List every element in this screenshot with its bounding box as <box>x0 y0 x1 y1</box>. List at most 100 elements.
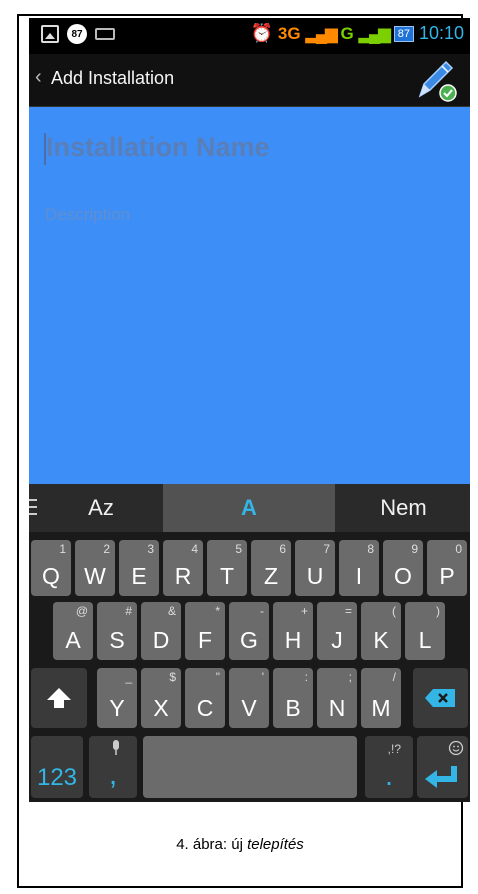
signal-icon: ▂▄▆ <box>305 25 338 43</box>
key-o[interactable]: 9O <box>383 540 423 596</box>
key-a[interactable]: @ A <box>53 602 93 660</box>
key-label: X <box>153 695 169 721</box>
key-label: Z <box>263 563 279 589</box>
key-alt: * <box>215 604 220 618</box>
notification-count-badge: 87 <box>67 24 87 44</box>
key-alt: 2 <box>103 542 110 556</box>
key-alt: ) <box>436 604 440 618</box>
key-h[interactable]: + H <box>273 602 313 660</box>
page-title[interactable]: Add Installation <box>51 68 174 89</box>
key-r[interactable]: 4R <box>163 540 203 596</box>
description-input[interactable]: Description <box>45 205 130 225</box>
status-right: ⏰ 3G ▂▄▆ G ▂▄▆ 87 10:10 <box>250 23 464 44</box>
suggestion-middle[interactable]: A <box>163 484 335 532</box>
key-f[interactable]: * F <box>185 602 225 660</box>
key-alt: 7 <box>323 542 330 556</box>
status-bar: 87 ⏰ 3G ▂▄▆ G ▂▄▆ 87 10:10 <box>29 18 470 54</box>
key-n[interactable]: ; N <box>317 668 357 728</box>
key-alt: & <box>167 604 176 618</box>
key-label: S <box>109 627 125 653</box>
key-label: C <box>196 695 214 721</box>
space-key[interactable] <box>143 736 357 798</box>
key-b[interactable]: :B <box>273 668 313 728</box>
key-alt: 5 <box>235 542 242 556</box>
key-g[interactable]: -G <box>229 602 269 660</box>
shift-icon <box>47 688 71 708</box>
key-alt: _ <box>125 670 132 684</box>
key-j[interactable]: = J <box>317 602 357 660</box>
enter-icon <box>425 766 457 788</box>
key-s[interactable]: # S <box>97 602 137 660</box>
key-l[interactable]: ) L <box>405 602 445 660</box>
key-label: R <box>174 563 192 589</box>
key-label: K <box>373 627 389 653</box>
save-pencil-check-icon[interactable] <box>412 58 458 102</box>
menu-icon[interactable] <box>29 498 39 516</box>
comma-key[interactable]: , <box>89 736 137 798</box>
key-p[interactable]: 0P <box>427 540 467 596</box>
key-alt: $ <box>169 670 176 684</box>
key-label: B <box>285 695 301 721</box>
key-alt: ' <box>261 670 264 684</box>
emoji-icon <box>448 740 464 756</box>
figure-caption: 4. ábra: új telepítés <box>17 836 463 853</box>
numbers-label: 123 <box>36 764 78 791</box>
key-alt: 8 <box>367 542 374 556</box>
key-label: P <box>439 563 455 589</box>
key-label: G <box>240 627 258 653</box>
key-label: H <box>284 627 302 653</box>
key-d[interactable]: & D <box>141 602 181 660</box>
key-alt: 9 <box>411 542 418 556</box>
key-c[interactable]: " C <box>185 668 225 728</box>
key-alt: / <box>392 670 396 684</box>
shift-key[interactable] <box>31 668 87 728</box>
suggestion-right[interactable]: Nem <box>337 484 470 532</box>
key-v[interactable]: ' V <box>229 668 269 728</box>
key-k[interactable]: (K <box>361 602 401 660</box>
key-label: Y <box>109 695 125 721</box>
key-z[interactable]: 6Z <box>251 540 291 596</box>
network-type-2: G <box>340 23 354 43</box>
key-label: A <box>65 627 81 653</box>
battery-icon: 87 <box>393 25 414 42</box>
key-m[interactable]: / M <box>361 668 401 728</box>
key-alt: 0 <box>455 542 462 556</box>
enter-key[interactable] <box>417 736 468 798</box>
key-label: Q <box>42 563 60 589</box>
clock: 10:10 <box>418 23 464 43</box>
key-alt: " <box>215 670 220 684</box>
delete-key[interactable] <box>413 668 468 728</box>
key-q[interactable]: 1Q <box>31 540 71 596</box>
phone-screen: 87 ⏰ 3G ▂▄▆ G ▂▄▆ 87 10:10 ‹ Add Install… <box>29 18 470 802</box>
suggestion-left[interactable]: Az <box>41 484 161 532</box>
image-notification-icon <box>41 25 59 43</box>
key-u[interactable]: 7U <box>295 540 335 596</box>
key-label: V <box>241 695 257 721</box>
numbers-key[interactable]: 123 <box>31 736 83 798</box>
backspace-icon <box>425 689 455 707</box>
key-e[interactable]: 3E <box>119 540 159 596</box>
key-label: L <box>418 627 432 653</box>
installation-name-input[interactable]: Installation Name <box>43 127 446 167</box>
caption-emphasis: telepítés <box>247 836 304 853</box>
key-x[interactable]: $ X <box>141 668 181 728</box>
soft-keyboard: Az A Nem 1Q 2W 3E 4R 5T 6Z 7U 8I 9O 0P @… <box>29 484 470 802</box>
key-t[interactable]: 5T <box>207 540 247 596</box>
action-bar: ‹ Add Installation <box>29 54 470 107</box>
key-label: E <box>131 563 147 589</box>
key-alt: = <box>344 604 352 618</box>
key-i[interactable]: 8I <box>339 540 379 596</box>
key-y[interactable]: _ Y <box>97 668 137 728</box>
network-type: 3G <box>277 23 301 43</box>
key-label: D <box>152 627 170 653</box>
key-alt: # <box>125 604 132 618</box>
signal-icon-2: ▂▄▆ <box>358 25 391 43</box>
suggestion-strip: Az A Nem <box>29 484 470 532</box>
key-label: J <box>331 627 343 653</box>
mic-icon <box>113 740 119 755</box>
key-alt: ; <box>348 670 352 684</box>
period-key[interactable]: ,!? . <box>365 736 413 798</box>
key-w[interactable]: 2W <box>75 540 115 596</box>
back-icon[interactable]: ‹ <box>35 66 42 89</box>
key-label: F <box>197 627 213 653</box>
